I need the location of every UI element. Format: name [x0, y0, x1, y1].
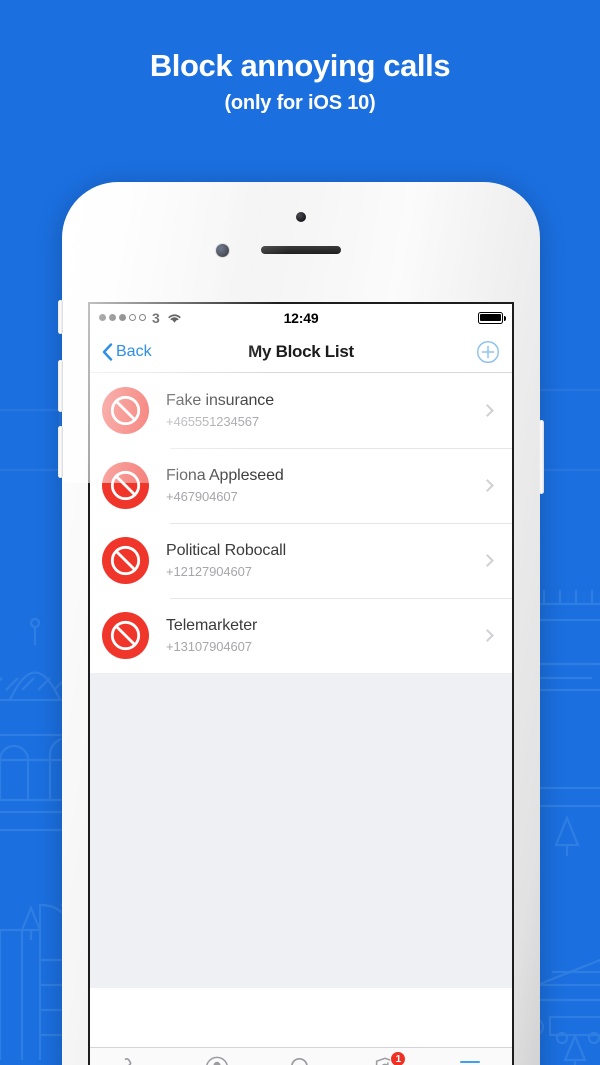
status-bar: 3 12:49 — [90, 304, 512, 331]
signal-dot-5 — [139, 314, 146, 321]
earpiece-speaker — [261, 246, 341, 254]
block-icon — [102, 612, 149, 659]
back-button[interactable]: Back — [102, 343, 152, 361]
volume-up-button[interactable] — [58, 360, 63, 412]
battery-fill — [480, 313, 501, 322]
contact-name: Political Robocall — [166, 542, 287, 559]
chevron-left-icon — [102, 342, 113, 361]
plus-circle-icon — [476, 340, 500, 363]
battery-icon — [478, 311, 507, 324]
proximity-sensor — [296, 212, 306, 222]
block-list-row[interactable]: Fiona Appleseed +467904607 — [90, 448, 512, 523]
block-list-row-text: Political Robocall +12127904607 — [166, 542, 483, 579]
chevron-right-icon — [481, 404, 494, 417]
contact-name: Telemarketer — [166, 617, 258, 634]
search-icon — [289, 1055, 313, 1065]
headline-block: Block annoying calls (only for iOS 10) — [0, 46, 600, 115]
signal-dot-4 — [129, 314, 136, 321]
phone-icon — [120, 1055, 144, 1065]
signal-dot-3 — [119, 314, 126, 321]
contact-number: +12127904607 — [166, 564, 252, 579]
chevron-right-icon — [481, 554, 494, 567]
tab-bar: CallContactsSearch1Spam IDMore — [90, 1047, 512, 1065]
tab-search[interactable]: Search — [259, 1055, 343, 1065]
phone-screen: 3 12:49 Back My Block List Fake insuranc… — [88, 302, 514, 1065]
contact-number: +13107904607 — [166, 639, 252, 654]
volume-down-button[interactable] — [58, 426, 63, 478]
block-icon — [102, 387, 149, 434]
power-button[interactable] — [539, 420, 544, 494]
add-button[interactable] — [476, 340, 500, 364]
block-list-row[interactable]: Telemarketer +13107904607 — [90, 598, 512, 673]
block-list-row[interactable]: Fake insurance +465551234567 — [90, 373, 512, 448]
tab-spam-id[interactable]: 1Spam ID — [343, 1051, 427, 1065]
status-bar-clock: 12:49 — [283, 309, 319, 326]
block-list-row[interactable]: Political Robocall +12127904607 — [90, 523, 512, 598]
block-icon — [102, 462, 149, 509]
contact-number: +467904607 — [166, 489, 238, 504]
contact-name: Fiona Appleseed — [166, 467, 284, 484]
signal-dot-1 — [99, 314, 106, 321]
status-bar-left: 3 — [99, 310, 284, 326]
screenshot-root: Block annoying calls (only for iOS 10) 3 — [0, 0, 600, 1065]
shield-icon: 1 — [373, 1051, 407, 1065]
empty-list-area — [90, 673, 512, 988]
person-icon — [205, 1055, 229, 1065]
iphone-device-frame: 3 12:49 Back My Block List Fake insuranc… — [58, 182, 544, 1065]
signal-dot-2 — [109, 314, 116, 321]
mute-switch-button[interactable] — [58, 300, 63, 334]
block-list: Fake insurance +465551234567 Fiona Applese… — [90, 373, 512, 673]
tab-more[interactable]: More — [428, 1055, 512, 1065]
page-title: My Block List — [248, 341, 354, 361]
front-camera — [216, 244, 229, 257]
contact-name: Fake insurance — [166, 392, 274, 409]
wifi-icon — [168, 313, 181, 323]
hamburger-icon — [459, 1055, 480, 1065]
contact-number: +465551234567 — [166, 414, 260, 429]
status-bar-right — [318, 311, 507, 324]
tab-contacts[interactable]: Contacts — [174, 1055, 258, 1065]
back-button-label: Back — [116, 342, 152, 360]
navigation-bar: Back My Block List — [90, 331, 512, 373]
block-list-row-text: Fake insurance +465551234567 — [166, 392, 483, 429]
carrier-label: 3 — [152, 309, 160, 326]
chevron-right-icon — [481, 479, 494, 492]
block-list-row-text: Fiona Appleseed +467904607 — [166, 467, 483, 504]
headline-title: Block annoying calls — [149, 48, 451, 83]
notification-badge: 1 — [390, 1051, 407, 1065]
tab-call[interactable]: Call — [90, 1055, 174, 1065]
block-icon — [102, 537, 149, 584]
chevron-right-icon — [481, 629, 494, 642]
headline-subtitle: (only for iOS 10) — [224, 92, 376, 114]
block-list-row-text: Telemarketer +13107904607 — [166, 617, 483, 654]
